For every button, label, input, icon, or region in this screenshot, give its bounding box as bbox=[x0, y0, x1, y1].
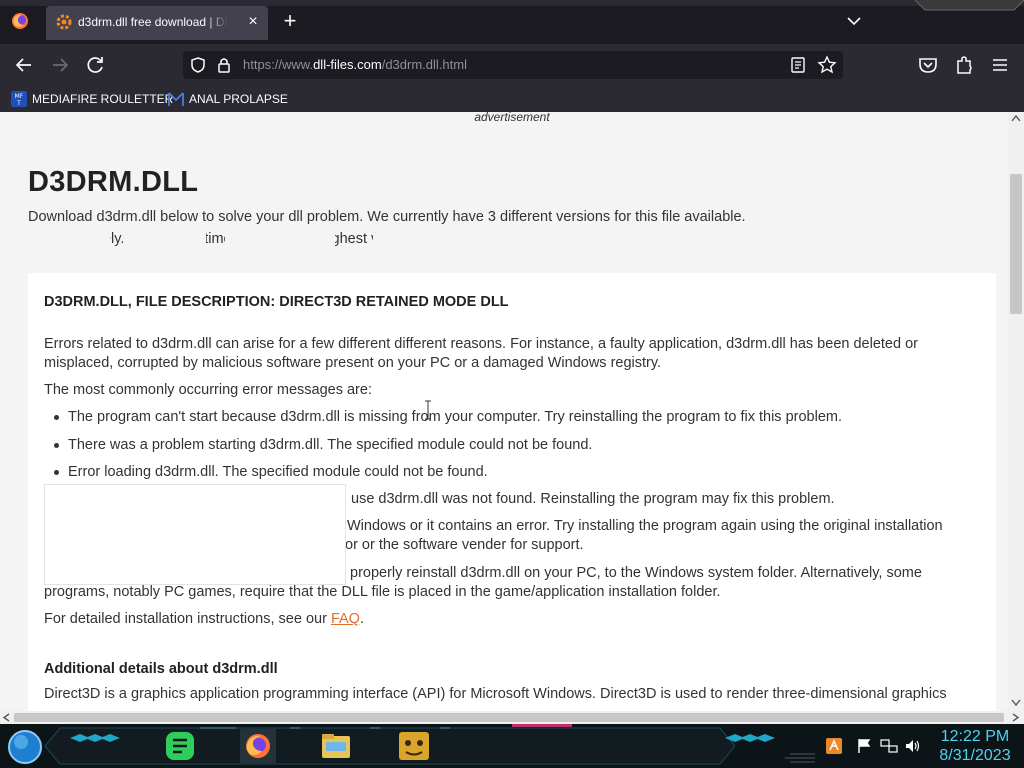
faq-prefix: For detailed installation instructions, … bbox=[44, 611, 331, 627]
vertical-scrollbar[interactable] bbox=[1008, 112, 1024, 711]
list-item: The program can't start because d3drm.dl… bbox=[54, 409, 842, 425]
notes-app-icon[interactable] bbox=[162, 729, 198, 763]
dll-files-favicon-icon bbox=[56, 14, 72, 30]
mediafire-icon: MF T bbox=[11, 91, 27, 107]
intro-text: Download d3drm.dll below to solve your d… bbox=[28, 209, 746, 225]
bookmark-anal-prolapse[interactable]: ANAL PROLAPSE bbox=[168, 90, 288, 108]
url-text[interactable]: https://www.dll-files.com/d3drm.dll.html bbox=[243, 57, 467, 72]
chevron-down-icon[interactable] bbox=[844, 12, 864, 30]
network-icon[interactable] bbox=[880, 738, 898, 754]
tray-app-icon[interactable] bbox=[826, 738, 842, 754]
pocket-icon[interactable] bbox=[915, 53, 941, 77]
list-item-fragment: or or the software vender for support. bbox=[345, 537, 584, 553]
clock-date[interactable]: 8/31/2023 bbox=[930, 747, 1020, 765]
file-explorer-icon[interactable] bbox=[318, 729, 354, 763]
scroll-down-arrow-icon[interactable] bbox=[1011, 699, 1021, 707]
scroll-up-arrow-icon[interactable] bbox=[1011, 114, 1021, 122]
url-host: dll-files.com bbox=[313, 57, 382, 72]
scroll-right-arrow-icon[interactable] bbox=[1012, 713, 1020, 722]
tab-bar: d3drm.dll free download | DLL-files.com … bbox=[0, 0, 1024, 44]
text-occlusion-overlay bbox=[28, 231, 335, 251]
text-cursor-icon bbox=[425, 400, 431, 420]
hamburger-menu-icon[interactable] bbox=[987, 53, 1013, 77]
lock-icon[interactable] bbox=[216, 56, 232, 74]
bookmark-icon bbox=[168, 92, 184, 106]
svg-text:MF: MF bbox=[15, 93, 24, 100]
paragraph-line: programs, notably PC games, require that… bbox=[44, 584, 721, 600]
vertical-scrollbar-thumb[interactable] bbox=[1010, 174, 1022, 314]
clock-time[interactable]: 12:22 PM bbox=[930, 728, 1020, 746]
horizontal-scrollbar[interactable] bbox=[0, 711, 1024, 724]
paragraph-line: Errors related to d3drm.dll can arise fo… bbox=[44, 336, 918, 352]
tab-close-button[interactable]: × bbox=[244, 12, 262, 32]
game-app-icon[interactable] bbox=[396, 729, 432, 763]
address-bar[interactable]: https://www.dll-files.com/d3drm.dll.html bbox=[183, 51, 843, 79]
bookmark-mediafire-rouletter[interactable]: MF T MEDIAFIRE ROULETTER bbox=[11, 90, 173, 108]
list-item-fragment: use d3drm.dll was not found. Reinstallin… bbox=[351, 491, 835, 507]
details-text: Direct3D is a graphics application progr… bbox=[44, 686, 947, 702]
firefox-taskbar-icon[interactable] bbox=[240, 729, 276, 763]
new-tab-button[interactable]: + bbox=[280, 10, 300, 34]
window-frame-decoration bbox=[914, 0, 1024, 11]
scroll-left-arrow-icon[interactable] bbox=[2, 713, 10, 722]
details-heading: Additional details about d3drm.dll bbox=[44, 661, 278, 677]
page-title: D3DRM.DLL bbox=[28, 166, 199, 198]
list-item: Error loading d3drm.dll. The specified m… bbox=[54, 464, 488, 480]
navigation-toolbar: https://www.dll-files.com/d3drm.dll.html bbox=[0, 44, 1024, 86]
file-description-card: D3DRM.DLL, FILE DESCRIPTION: DIRECT3D RE… bbox=[28, 273, 996, 711]
reader-view-icon[interactable] bbox=[790, 56, 806, 74]
tracking-shield-icon[interactable] bbox=[189, 56, 207, 74]
faq-paragraph: For detailed installation instructions, … bbox=[44, 610, 364, 629]
bookmark-label: MEDIAFIRE ROULETTER bbox=[32, 92, 174, 106]
start-orb-icon[interactable] bbox=[7, 729, 43, 765]
paragraph: The most commonly occurring error messag… bbox=[44, 382, 372, 398]
tab-active[interactable]: d3drm.dll free download | DLL-files.com … bbox=[46, 6, 268, 40]
forward-arrow-icon[interactable] bbox=[47, 53, 73, 77]
faq-link[interactable]: FAQ bbox=[331, 611, 360, 627]
paragraph-line: properly reinstall d3drm.dll on your PC,… bbox=[350, 565, 922, 581]
paragraph-line: misplaced, corrupted by malicious softwa… bbox=[44, 355, 662, 371]
firefox-menu-icon[interactable] bbox=[11, 12, 29, 30]
taskbar: 12:22 PM 8/31/2023 bbox=[0, 724, 1024, 768]
url-prefix: https://www. bbox=[243, 57, 314, 72]
list-item: There was a problem starting d3drm.dll. … bbox=[53, 437, 593, 453]
action-center-flag-icon[interactable] bbox=[857, 738, 871, 754]
card-heading: D3DRM.DLL, FILE DESCRIPTION: DIRECT3D RE… bbox=[44, 294, 509, 310]
svg-text:T: T bbox=[16, 100, 21, 107]
faq-suffix: . bbox=[359, 611, 364, 627]
list-item-fragment: Windows or it contains an error. Try ins… bbox=[347, 518, 943, 534]
url-path: /d3drm.dll.html bbox=[381, 57, 467, 72]
back-arrow-icon[interactable] bbox=[11, 53, 37, 77]
bookmark-label: ANAL PROLAPSE bbox=[189, 92, 288, 106]
horizontal-scrollbar-thumb[interactable] bbox=[14, 713, 1004, 722]
tab-title: d3drm.dll free download | DLL-files.com bbox=[78, 15, 228, 29]
bookmark-star-icon[interactable] bbox=[817, 55, 837, 75]
bookmarks-toolbar: MF T MEDIAFIRE ROULETTER ANAL PROLAPSE bbox=[0, 86, 1024, 112]
extensions-icon[interactable] bbox=[951, 53, 977, 77]
page-content: advertisement D3DRM.DLL Download d3drm.d… bbox=[0, 112, 1008, 711]
advertisement-label: advertisement bbox=[474, 112, 550, 124]
blank-ad-box bbox=[44, 484, 346, 585]
reload-icon[interactable] bbox=[83, 53, 109, 77]
intro-text-secondary: Choose wisely. Most of the time, just pi… bbox=[28, 231, 373, 251]
volume-icon[interactable] bbox=[904, 738, 922, 754]
